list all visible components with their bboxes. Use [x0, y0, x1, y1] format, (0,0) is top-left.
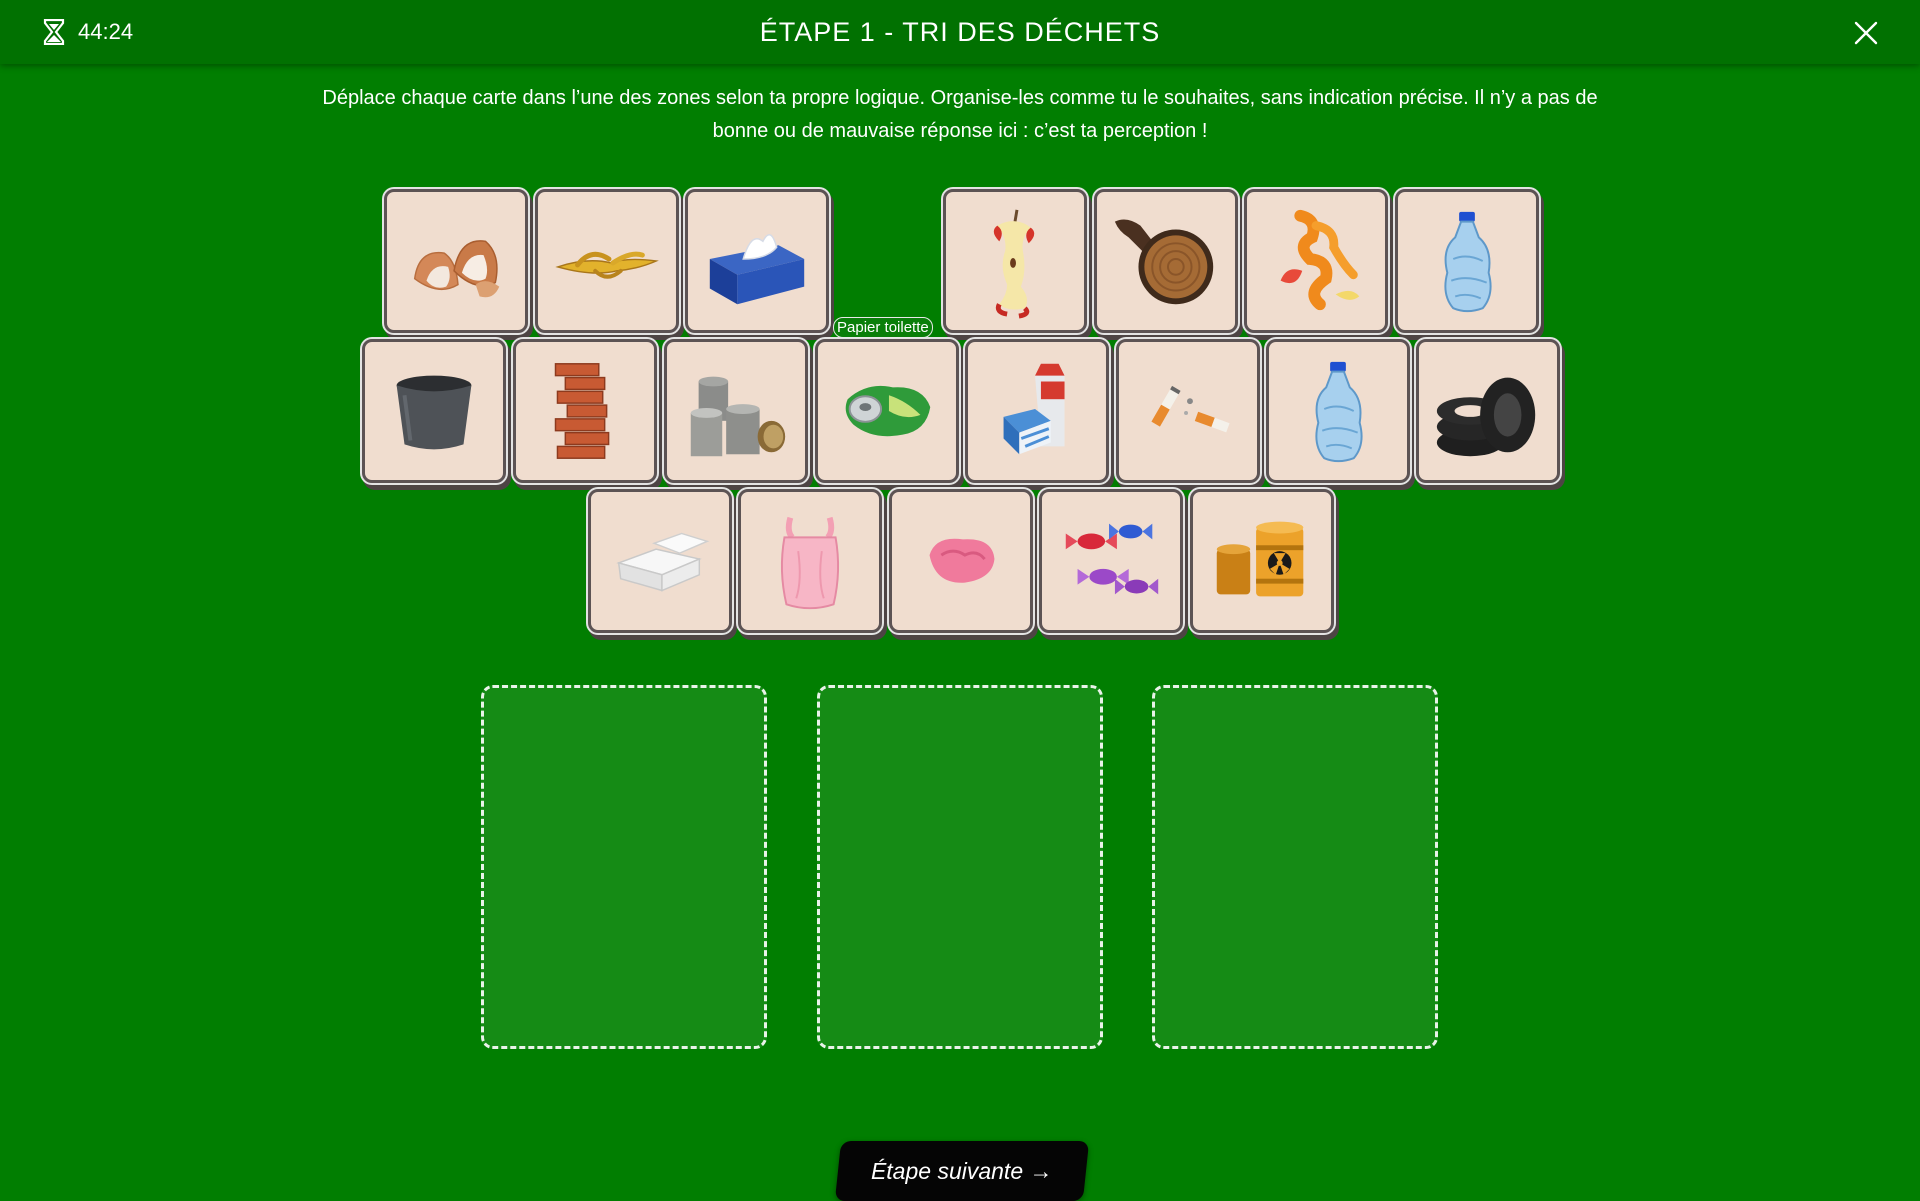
card-tires[interactable]: [1416, 339, 1560, 483]
card-plastic-bottle-2[interactable]: [1266, 339, 1410, 483]
instructions: Déplace chaque carte dans l’une des zone…: [322, 87, 1598, 142]
banana-peel-icon: [555, 251, 659, 279]
orange-peel-icon: [1280, 209, 1360, 311]
drop-zone-1[interactable]: [481, 685, 767, 1049]
plastic-bag-icon: [780, 516, 840, 610]
tires-icon: [1436, 377, 1536, 457]
card-bricks[interactable]: [513, 339, 657, 483]
card-milk-cartons[interactable]: [965, 339, 1109, 483]
card-plastic-bag[interactable]: [738, 489, 882, 633]
chewing-gum-icon: [929, 538, 995, 583]
card-banana-peel[interactable]: [535, 189, 679, 333]
crushed-soda-can-icon: [845, 385, 931, 437]
card-concrete-pot[interactable]: [362, 339, 506, 483]
card-eggshells[interactable]: [384, 189, 528, 333]
page-title: ÉTAPE 1 - TRI DES DÉCHETS: [759, 17, 1161, 47]
tissue-box-icon: [709, 234, 805, 305]
card-orange-peel[interactable]: [1244, 189, 1388, 333]
apple-core-icon: [993, 209, 1035, 319]
card-toxic-barrels[interactable]: [1190, 489, 1334, 633]
card-cigarette-butts[interactable]: [1116, 339, 1260, 483]
drop-zone-2[interactable]: [817, 685, 1103, 1049]
card-chewing-gum[interactable]: [889, 489, 1033, 633]
card-candy-wrappers[interactable]: [1039, 489, 1183, 633]
candy-wrappers-icon: [1065, 523, 1159, 595]
plastic-bottle-icon: [1444, 211, 1492, 313]
tooltip: Papier toilette: [833, 317, 933, 338]
card-tissue-box[interactable]: [685, 189, 829, 333]
card-foam-food-box[interactable]: [588, 489, 732, 633]
close-icon[interactable]: [1851, 18, 1881, 48]
toxic-barrels-icon: [1216, 521, 1304, 597]
top-bar: 44:24 ÉTAPE 1 - TRI DES DÉCHETS: [0, 0, 1920, 64]
concrete-pot-icon: [396, 375, 472, 450]
card-tin-cans[interactable]: [664, 339, 808, 483]
wood-log-icon: [1114, 219, 1214, 305]
plastic-bottle-icon: [1315, 361, 1363, 463]
card-plastic-bottle[interactable]: [1395, 189, 1539, 333]
card-apple-core[interactable]: [943, 189, 1087, 333]
card-crushed-soda-can[interactable]: [815, 339, 959, 483]
next-step-label: Étape suivante →: [871, 1157, 1053, 1184]
tin-cans-icon: [690, 376, 786, 457]
drop-zone-3[interactable]: [1152, 685, 1438, 1049]
milk-cartons-icon: [1003, 363, 1065, 455]
cigarette-butts-icon: [1151, 385, 1230, 433]
eggshells-icon: [413, 240, 500, 298]
next-step-button[interactable]: Étape suivante →: [834, 1141, 1090, 1201]
bricks-icon: [554, 363, 610, 459]
foam-food-box-icon: [616, 532, 710, 592]
card-wood-log[interactable]: [1094, 189, 1238, 333]
